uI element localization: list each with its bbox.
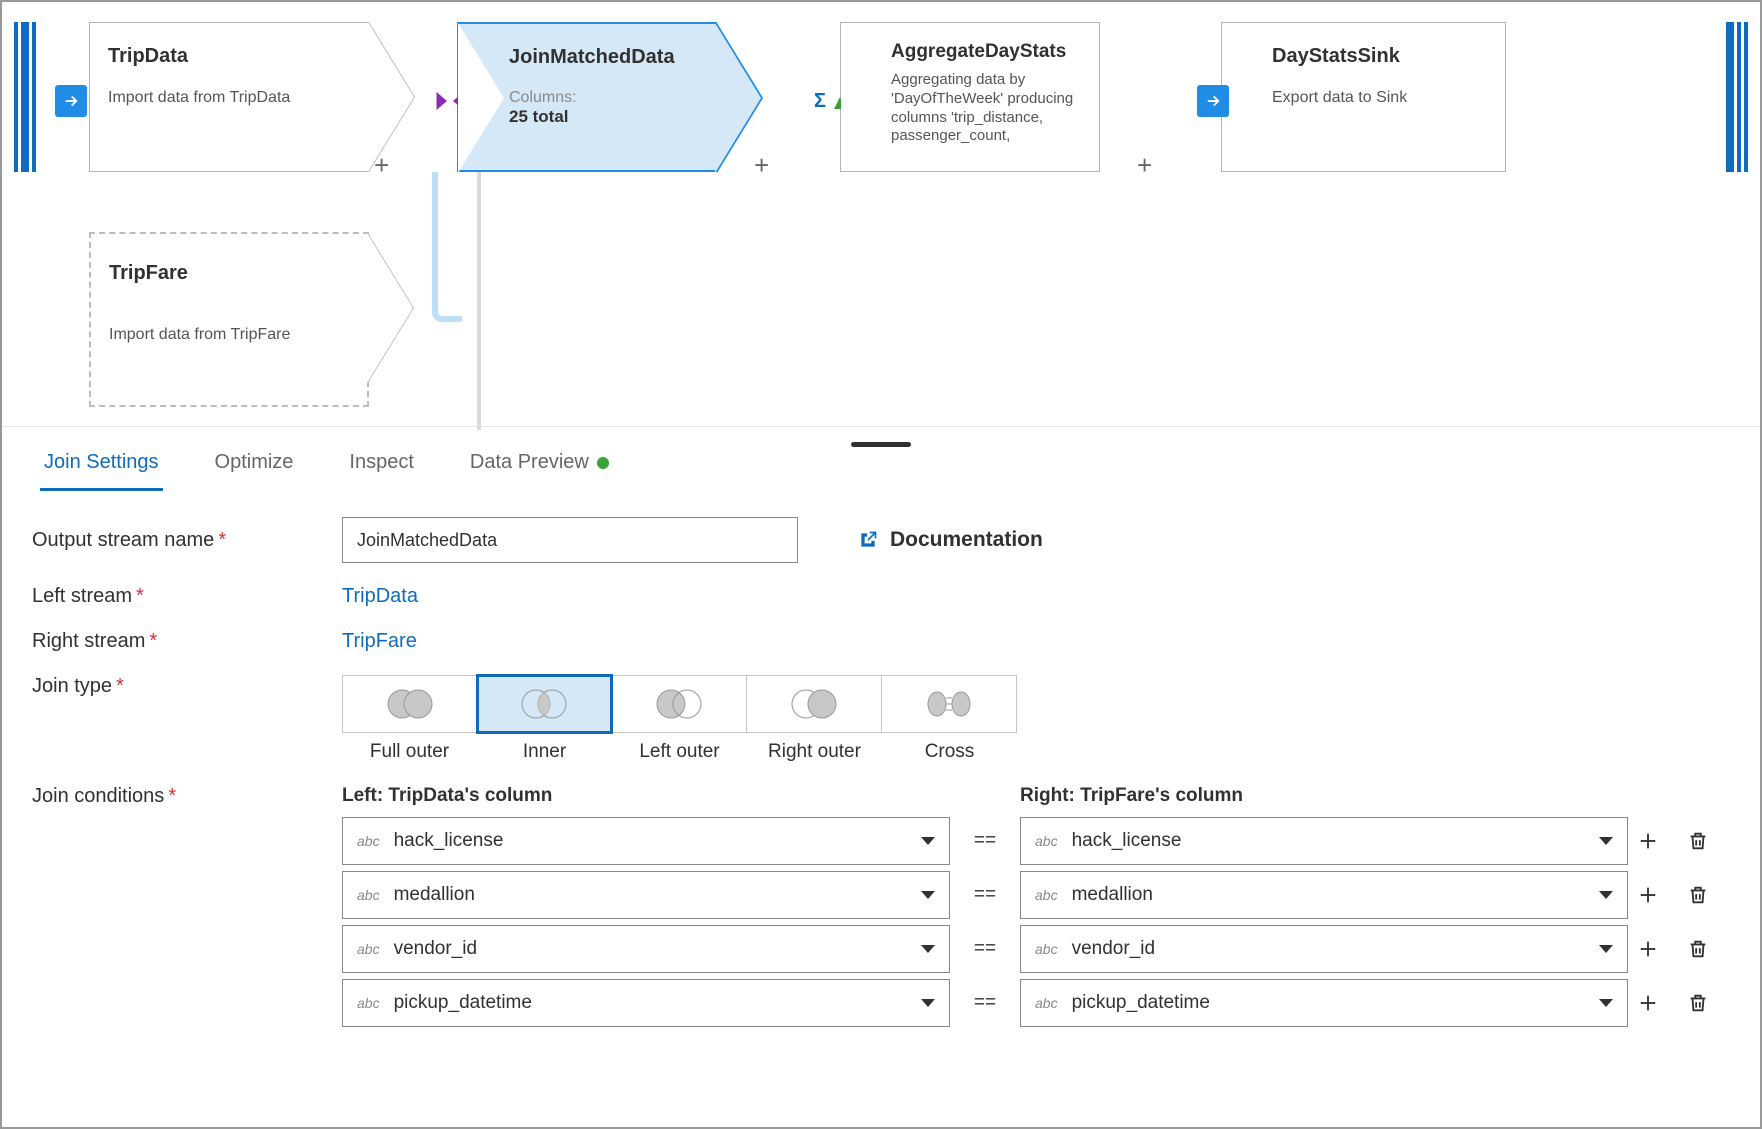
tab-data-preview[interactable]: Data Preview — [466, 437, 613, 491]
tab-label: Data Preview — [470, 451, 589, 473]
join-vertical-guide — [477, 172, 481, 430]
svg-text:Σ: Σ — [814, 90, 826, 112]
jointype-cross[interactable] — [882, 675, 1017, 733]
delete-condition-button[interactable] — [1678, 821, 1718, 861]
label-output-stream: Output stream name* — [32, 529, 342, 552]
label-join-conditions: Join conditions* — [32, 785, 342, 808]
panel-drag-handle[interactable] — [851, 442, 911, 447]
status-dot-icon — [597, 457, 609, 469]
node-desc: Import data from TripData — [108, 88, 350, 108]
add-condition-button[interactable] — [1628, 821, 1668, 861]
delete-condition-button[interactable] — [1678, 929, 1718, 969]
node-title: DayStatsSink — [1272, 45, 1487, 68]
tab-inspect[interactable]: Inspect — [345, 437, 417, 491]
cond-right-header: Right: TripFare's column — [1020, 785, 1628, 807]
jointype-full-outer[interactable] — [342, 675, 477, 733]
cond-operator: == — [950, 884, 1020, 906]
node-title: TripFare — [109, 262, 349, 285]
conditions-grid: abchack_license==abchack_licenseabcmedal… — [342, 817, 1730, 1027]
cond-right-column-select[interactable]: abchack_license — [1020, 817, 1628, 865]
connector-tripfare-join — [432, 172, 462, 322]
add-condition-button[interactable] — [1628, 929, 1668, 969]
node-aggregate[interactable]: AggregateDayStats Aggregating data by 'D… — [840, 22, 1100, 172]
label-left-stream: Left stream* — [32, 585, 342, 608]
add-after-tripdata[interactable]: + — [374, 150, 389, 181]
cond-left-column-select[interactable]: abcmedallion — [342, 871, 950, 919]
cond-left-header: Left: TripData's column — [342, 785, 950, 807]
left-stream-link[interactable]: TripData — [342, 585, 418, 608]
jt-label-cross: Cross — [882, 733, 1017, 763]
node-sink[interactable]: DayStatsSink Export data to Sink — [1221, 22, 1506, 172]
tab-optimize[interactable]: Optimize — [211, 437, 298, 491]
node-join[interactable]: JoinMatchedData Columns: 25 total — [457, 22, 717, 172]
label-right-stream: Right stream* — [32, 630, 342, 653]
source-icon — [50, 80, 92, 122]
join-type-group: Full outer Inner Left outer Right outer … — [342, 675, 1017, 763]
add-condition-button[interactable] — [1628, 875, 1668, 915]
jointype-right-outer[interactable] — [747, 675, 882, 733]
node-sub1: Columns: — [509, 89, 697, 107]
add-after-join[interactable]: + — [754, 150, 769, 181]
node-title: JoinMatchedData — [509, 46, 697, 69]
jt-label-right: Right outer — [747, 733, 882, 763]
join-conditions-block: Left: TripData's column Right: TripFare'… — [342, 785, 1730, 1027]
cond-left-column-select[interactable]: abcvendor_id — [342, 925, 950, 973]
output-stream-input[interactable] — [342, 517, 798, 563]
cond-right-column-select[interactable]: abcvendor_id — [1020, 925, 1628, 973]
node-desc: Aggregating data by 'DayOfTheWeek' produ… — [891, 71, 1081, 146]
documentation-label: Documentation — [890, 528, 1043, 552]
canvas-end-handle[interactable] — [1725, 22, 1748, 172]
settings-panel: Join Settings Optimize Inspect Data Prev… — [2, 427, 1760, 1079]
cond-left-column-select[interactable]: abcpickup_datetime — [342, 979, 950, 1027]
jointype-left-outer[interactable] — [612, 675, 747, 733]
tab-join-settings[interactable]: Join Settings — [40, 437, 163, 491]
add-condition-button[interactable] — [1628, 983, 1668, 1023]
sink-icon — [1192, 80, 1234, 122]
add-after-aggregate[interactable]: + — [1137, 150, 1152, 181]
cond-right-column-select[interactable]: abcmedallion — [1020, 871, 1628, 919]
cond-right-column-select[interactable]: abcpickup_datetime — [1020, 979, 1628, 1027]
node-sub2: 25 total — [509, 107, 697, 127]
cond-operator: == — [950, 992, 1020, 1014]
delete-condition-button[interactable] — [1678, 875, 1718, 915]
jt-label-left: Left outer — [612, 733, 747, 763]
documentation-link[interactable]: Documentation — [858, 528, 1043, 552]
label-join-type: Join type* — [32, 675, 342, 698]
jt-label-inner: Inner — [477, 733, 612, 763]
jt-label-full: Full outer — [342, 733, 477, 763]
node-tripdata[interactable]: TripData Import data from TripData — [89, 22, 369, 172]
node-desc: Import data from TripFare — [109, 325, 349, 345]
canvas-start-handle[interactable] — [14, 22, 37, 172]
node-tripfare[interactable]: TripFare Import data from TripFare — [89, 232, 369, 407]
right-stream-link[interactable]: TripFare — [342, 630, 417, 653]
node-title: TripData — [108, 45, 350, 68]
delete-condition-button[interactable] — [1678, 983, 1718, 1023]
jointype-inner[interactable] — [477, 675, 612, 733]
cond-left-column-select[interactable]: abchack_license — [342, 817, 950, 865]
node-title: AggregateDayStats — [891, 41, 1081, 63]
flow-canvas[interactable]: TripData Import data from TripData + Joi… — [2, 2, 1760, 427]
node-desc: Export data to Sink — [1272, 88, 1487, 108]
app-frame: TripData Import data from TripData + Joi… — [0, 0, 1762, 1129]
cond-operator: == — [950, 938, 1020, 960]
cond-operator: == — [950, 830, 1020, 852]
